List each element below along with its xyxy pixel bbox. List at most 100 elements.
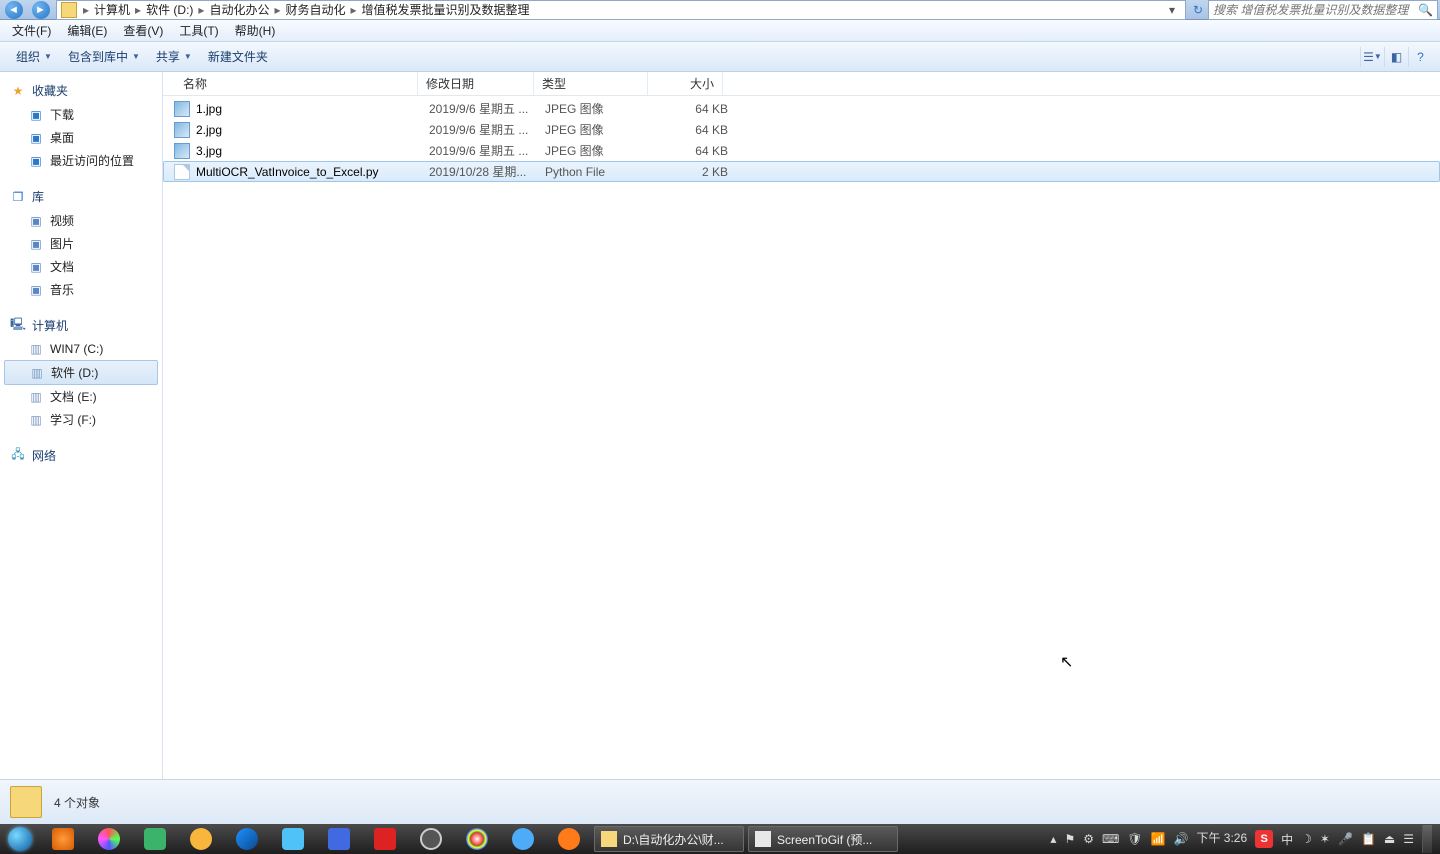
breadcrumb[interactable]: 增值税发票批量识别及数据整理 bbox=[359, 1, 533, 18]
chevron-right-icon[interactable]: ▸ bbox=[133, 3, 143, 17]
menu-file[interactable]: 文件(F) bbox=[6, 20, 57, 41]
start-button[interactable] bbox=[0, 824, 40, 854]
network-header[interactable]: 🖧网络 bbox=[0, 443, 162, 468]
tray-icon[interactable]: ⏏ bbox=[1384, 832, 1395, 846]
navigation-pane: ★收藏夹 ▣下载▣桌面▣最近访问的位置 ❒库 ▣视频▣图片▣文档▣音乐 🖳计算机… bbox=[0, 72, 163, 779]
computer-header[interactable]: 🖳计算机 bbox=[0, 313, 162, 338]
show-desktop-button[interactable] bbox=[1422, 825, 1432, 853]
sidebar-item-library[interactable]: ▣图片 bbox=[0, 232, 162, 255]
taskbar-pin[interactable] bbox=[546, 825, 592, 853]
chevron-down-icon[interactable]: ▾ bbox=[1163, 3, 1181, 17]
tray-icon[interactable]: ⚙ bbox=[1083, 832, 1094, 846]
column-header-type[interactable]: 类型 bbox=[534, 72, 648, 95]
file-list-pane: 名称 修改日期 类型 大小 1.jpg2019/9/6 星期五 ...JPEG … bbox=[163, 72, 1440, 779]
sidebar-item-library[interactable]: ▣音乐 bbox=[0, 278, 162, 301]
file-row[interactable]: 2.jpg2019/9/6 星期五 ...JPEG 图像64 KB bbox=[163, 119, 1440, 140]
taskbar-window-button[interactable]: D:\自动化办公\财... bbox=[594, 826, 744, 852]
column-header-date[interactable]: 修改日期 bbox=[418, 72, 534, 95]
file-row[interactable]: MultiOCR_VatInvoice_to_Excel.py2019/10/2… bbox=[163, 161, 1440, 182]
chevron-right-icon[interactable]: ▸ bbox=[196, 3, 206, 17]
sidebar-item-drive[interactable]: ▥文档 (E:) bbox=[0, 385, 162, 408]
libraries-header[interactable]: ❒库 bbox=[0, 184, 162, 209]
tray-icon[interactable]: ☽ bbox=[1301, 832, 1312, 846]
file-type: JPEG 图像 bbox=[545, 100, 659, 117]
taskbar-pin[interactable] bbox=[86, 825, 132, 853]
share-button[interactable]: 共享▼ bbox=[148, 44, 200, 69]
tray-icon[interactable]: ⚑ bbox=[1064, 832, 1075, 846]
taskbar-pin[interactable] bbox=[178, 825, 224, 853]
sidebar-item-label: 文档 bbox=[50, 258, 74, 275]
sidebar-item-library[interactable]: ▣视频 bbox=[0, 209, 162, 232]
column-header-size[interactable]: 大小 bbox=[648, 72, 723, 95]
file-type-icon bbox=[174, 101, 190, 117]
taskbar-pin[interactable] bbox=[270, 825, 316, 853]
search-input[interactable] bbox=[1213, 3, 1414, 17]
view-mode-button[interactable]: ☰ ▼ bbox=[1360, 47, 1384, 67]
taskbar-pin[interactable] bbox=[132, 825, 178, 853]
taskbar-pin[interactable] bbox=[316, 825, 362, 853]
taskbar-pin[interactable] bbox=[500, 825, 546, 853]
window-icon bbox=[755, 831, 771, 847]
include-in-library-button[interactable]: 包含到库中▼ bbox=[60, 44, 148, 69]
tray-icon[interactable]: 📋 bbox=[1361, 832, 1376, 846]
window-title: ScreenToGif (预... bbox=[777, 831, 872, 848]
preview-pane-button[interactable]: ◧ bbox=[1384, 47, 1408, 67]
breadcrumb[interactable]: 计算机 bbox=[91, 1, 133, 18]
tray-icon[interactable]: 🎤 bbox=[1338, 832, 1353, 846]
sidebar-item-label: 最近访问的位置 bbox=[50, 152, 134, 169]
breadcrumb[interactable]: 财务自动化 bbox=[282, 1, 348, 18]
help-button[interactable]: ? bbox=[1408, 47, 1432, 67]
drive-icon: ▥ bbox=[28, 389, 44, 405]
file-type: Python File bbox=[545, 165, 659, 179]
sidebar-item-drive[interactable]: ▥WIN7 (C:) bbox=[0, 338, 162, 360]
file-type: JPEG 图像 bbox=[545, 142, 659, 159]
refresh-button[interactable]: ↻ bbox=[1188, 3, 1208, 17]
ime-indicator[interactable]: S bbox=[1255, 830, 1273, 848]
new-folder-button[interactable]: 新建文件夹 bbox=[200, 44, 276, 69]
sidebar-item-favorite[interactable]: ▣最近访问的位置 bbox=[0, 149, 162, 172]
status-text: 4 个对象 bbox=[54, 794, 100, 811]
file-list[interactable]: 1.jpg2019/9/6 星期五 ...JPEG 图像64 KB2.jpg20… bbox=[163, 96, 1440, 779]
taskbar-clock[interactable]: 下午 3:26 bbox=[1196, 832, 1247, 845]
tray-icon[interactable]: 📶 bbox=[1151, 832, 1166, 846]
taskbar-pin[interactable] bbox=[362, 825, 408, 853]
search-box[interactable]: 🔍 bbox=[1208, 0, 1438, 20]
taskbar-pin[interactable] bbox=[224, 825, 270, 853]
ime-lang[interactable]: 中 bbox=[1281, 831, 1293, 848]
menu-view[interactable]: 查看(V) bbox=[117, 20, 169, 41]
file-row[interactable]: 1.jpg2019/9/6 星期五 ...JPEG 图像64 KB bbox=[163, 98, 1440, 119]
sidebar-item-favorite[interactable]: ▣下载 bbox=[0, 103, 162, 126]
nav-forward-button[interactable]: ► bbox=[27, 0, 54, 20]
breadcrumb[interactable]: 自动化办公 bbox=[206, 1, 272, 18]
menu-help[interactable]: 帮助(H) bbox=[229, 20, 282, 41]
tray-expand-icon[interactable]: ▴ bbox=[1050, 832, 1056, 846]
file-size: 64 KB bbox=[659, 123, 734, 137]
volume-icon[interactable]: 🔊 bbox=[1173, 832, 1188, 846]
favorites-header[interactable]: ★收藏夹 bbox=[0, 78, 162, 103]
sidebar-item-drive[interactable]: ▥软件 (D:) bbox=[4, 360, 158, 385]
taskbar-pin[interactable] bbox=[408, 825, 454, 853]
taskbar-window-button[interactable]: ScreenToGif (预... bbox=[748, 826, 898, 852]
sidebar-item-label: 视频 bbox=[50, 212, 74, 229]
tray-icon[interactable]: ✶ bbox=[1320, 832, 1330, 846]
tray-icon[interactable]: ☰ bbox=[1403, 832, 1414, 846]
taskbar-pin[interactable] bbox=[454, 825, 500, 853]
chevron-right-icon[interactable]: ▸ bbox=[81, 3, 91, 17]
chevron-right-icon[interactable]: ▸ bbox=[272, 3, 282, 17]
menu-tools[interactable]: 工具(T) bbox=[173, 20, 224, 41]
tray-icon[interactable]: ⌨ bbox=[1102, 832, 1119, 846]
file-row[interactable]: 3.jpg2019/9/6 星期五 ...JPEG 图像64 KB bbox=[163, 140, 1440, 161]
nav-back-button[interactable]: ◄ bbox=[0, 0, 27, 20]
address-field[interactable]: ▸ 计算机 ▸ 软件 (D:) ▸ 自动化办公 ▸ 财务自动化 ▸ 增值税发票批… bbox=[56, 0, 1186, 20]
taskbar-pin[interactable] bbox=[40, 825, 86, 853]
chevron-right-icon[interactable]: ▸ bbox=[349, 3, 359, 17]
organize-button[interactable]: 组织▼ bbox=[8, 44, 60, 69]
sidebar-item-favorite[interactable]: ▣桌面 bbox=[0, 126, 162, 149]
column-header-name[interactable]: 名称 bbox=[163, 72, 418, 95]
sidebar-item-library[interactable]: ▣文档 bbox=[0, 255, 162, 278]
menu-edit[interactable]: 编辑(E) bbox=[61, 20, 113, 41]
breadcrumb[interactable]: 软件 (D:) bbox=[143, 1, 196, 18]
search-icon[interactable]: 🔍 bbox=[1418, 3, 1433, 17]
tray-icon[interactable]: 🛡 bbox=[1127, 832, 1142, 846]
sidebar-item-drive[interactable]: ▥学习 (F:) bbox=[0, 408, 162, 431]
